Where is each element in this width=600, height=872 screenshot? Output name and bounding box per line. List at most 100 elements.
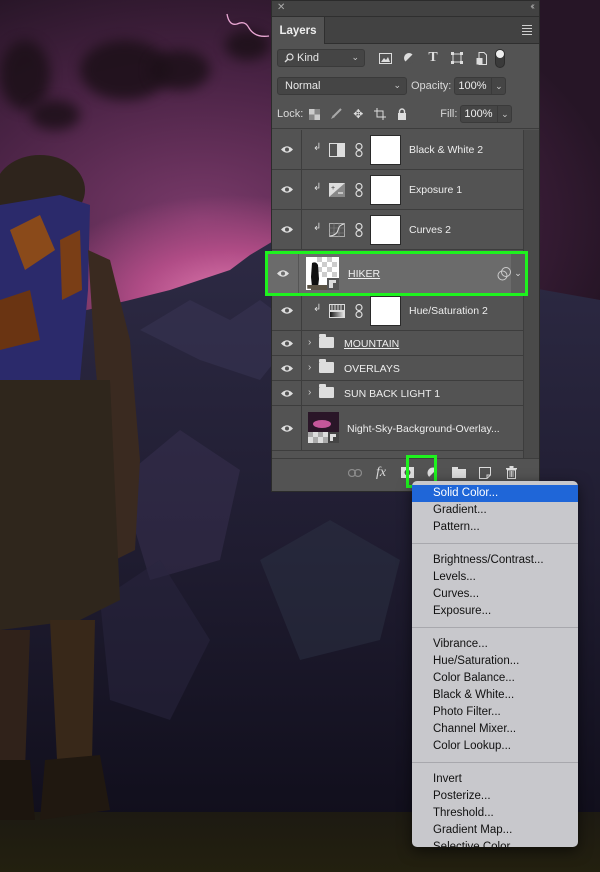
layer-mask-thumbnail[interactable]	[370, 135, 401, 165]
layer-row-hue-saturation[interactable]: ↲ Hue/Saturation 2	[272, 291, 524, 331]
eye-icon	[280, 186, 293, 193]
menu-item-channel-mixer[interactable]: Channel Mixer...	[412, 721, 578, 738]
menu-item-vibrance[interactable]: Vibrance...	[412, 636, 578, 653]
panel-menu-icon[interactable]	[522, 25, 532, 37]
menu-item-pattern[interactable]: Pattern...	[412, 519, 578, 536]
menu-item-exposure[interactable]: Exposure...	[412, 603, 578, 620]
tab-layers[interactable]: Layers	[272, 17, 325, 44]
visibility-toggle[interactable]	[272, 356, 302, 380]
menu-item-invert[interactable]: Invert	[412, 771, 578, 788]
shape-filter-icon[interactable]	[445, 49, 469, 67]
chevron-down-icon: ⌄	[393, 80, 401, 90]
layer-row-curves[interactable]: ↲ Curves 2	[272, 210, 524, 250]
visibility-toggle[interactable]	[272, 291, 302, 330]
menu-item-gradient-map[interactable]: Gradient Map...	[412, 822, 578, 839]
layer-name[interactable]: MOUNTAIN	[344, 338, 399, 350]
layer-row-night-sky[interactable]: Night-Sky-Background-Overlay...	[272, 406, 524, 451]
layer-name[interactable]: Black & White 2	[409, 144, 483, 156]
smart-object-thumbnail	[306, 257, 339, 290]
layer-row-black-white[interactable]: ↲ Black & White 2	[272, 130, 524, 170]
eye-icon	[280, 424, 293, 432]
visibility-toggle[interactable]	[272, 331, 302, 355]
lock-all-icon[interactable]	[391, 105, 413, 123]
opacity-dropdown-button[interactable]: ⌄	[492, 77, 507, 95]
layer-name[interactable]: SUN BACK LIGHT 1	[344, 388, 440, 400]
expand-group-chevron[interactable]: ›	[308, 362, 311, 373]
mask-link-icon[interactable]	[355, 304, 363, 318]
visibility-toggle[interactable]	[272, 381, 302, 405]
visibility-toggle[interactable]	[268, 254, 299, 293]
menu-item-curves[interactable]: Curves...	[412, 586, 578, 603]
opacity-input[interactable]: 100%	[454, 77, 493, 95]
lock-image-pixels-icon[interactable]	[325, 105, 347, 123]
opacity-label: Opacity:	[411, 80, 452, 92]
menu-item-black-white[interactable]: Black & White...	[412, 687, 578, 704]
blend-if-linked-icon	[497, 267, 511, 281]
menu-item-posterize[interactable]: Posterize...	[412, 788, 578, 805]
visibility-toggle[interactable]	[272, 406, 302, 450]
type-filter-icon[interactable]: T	[421, 49, 445, 67]
chevron-down-icon: ⌄	[351, 52, 359, 62]
menu-item-photo-filter[interactable]: Photo Filter...	[412, 704, 578, 721]
close-panel-icon[interactable]: ✕	[277, 2, 285, 13]
layer-row-mountain-group[interactable]: › MOUNTAIN	[272, 331, 524, 356]
menu-item-color-balance[interactable]: Color Balance...	[412, 670, 578, 687]
expand-group-chevron[interactable]: ›	[308, 387, 311, 398]
lock-transparent-pixels-icon[interactable]	[303, 105, 325, 123]
layer-name[interactable]: Night-Sky-Background-Overlay...	[347, 423, 500, 435]
adjustment-layer-menu: Solid Color... Gradient... Pattern... Brigh…	[412, 481, 578, 853]
eye-icon	[280, 364, 293, 372]
adjustment-filter-icon[interactable]	[397, 49, 421, 67]
layer-row-exposure[interactable]: ↲ + Exposure 1	[272, 170, 524, 210]
blend-mode-dropdown[interactable]: Normal ⌄	[277, 77, 407, 95]
lock-position-icon[interactable]: ✥	[347, 105, 369, 123]
fill-input[interactable]: 100%	[460, 105, 499, 123]
blend-mode-value: Normal	[285, 80, 321, 92]
mask-link-icon[interactable]	[355, 223, 363, 237]
filter-toggle[interactable]	[495, 48, 505, 68]
filter-kind-dropdown[interactable]: Kind ⌄	[277, 49, 365, 67]
menu-item-hue-saturation[interactable]: Hue/Saturation...	[412, 653, 578, 670]
layer-name[interactable]: Hue/Saturation 2	[409, 305, 488, 317]
delete-layer-trash-icon[interactable]	[501, 464, 521, 482]
layer-name[interactable]: Curves 2	[409, 224, 451, 236]
menu-item-brightness-contrast[interactable]: Brightness/Contrast...	[412, 552, 578, 569]
collapse-panel-icon[interactable]: ‹‹	[530, 1, 534, 12]
layer-style-fx-icon[interactable]: fx	[371, 464, 391, 482]
lock-artboard-icon[interactable]	[369, 105, 391, 123]
eye-icon	[277, 270, 289, 277]
menu-item-solid-color[interactable]: Solid Color...	[412, 485, 578, 502]
layer-mask-thumbnail[interactable]	[370, 215, 401, 245]
visibility-toggle[interactable]	[272, 210, 302, 249]
menu-item-color-lookup[interactable]: Color Lookup...	[412, 738, 578, 755]
layer-mask-thumbnail[interactable]	[370, 296, 401, 326]
layer-row-hiker-selected[interactable]: HIKER ⌄	[265, 251, 528, 296]
mask-link-icon[interactable]	[355, 143, 363, 157]
link-layers-icon[interactable]	[345, 464, 365, 482]
eye-icon	[280, 339, 293, 347]
new-group-folder-icon[interactable]	[449, 464, 469, 482]
expand-group-chevron[interactable]: ›	[308, 337, 311, 348]
eye-icon	[280, 389, 293, 397]
image-filter-icon[interactable]	[373, 49, 397, 67]
clipping-mask-icon: ↲	[313, 303, 322, 314]
menu-item-gradient[interactable]: Gradient...	[412, 502, 578, 519]
menu-item-threshold[interactable]: Threshold...	[412, 805, 578, 822]
layer-row-overlays-group[interactable]: › OVERLAYS	[272, 356, 524, 381]
new-layer-icon[interactable]	[475, 464, 495, 482]
smart-object-filter-icon[interactable]	[469, 49, 493, 67]
mask-link-icon[interactable]	[355, 183, 363, 197]
filter-kind-label: Kind	[297, 52, 320, 64]
layer-name[interactable]: HIKER	[348, 268, 380, 280]
menu-item-selective-color[interactable]: Selective Color...	[412, 839, 578, 856]
menu-item-levels[interactable]: Levels...	[412, 569, 578, 586]
visibility-toggle[interactable]	[272, 130, 302, 169]
layer-expand-chevron[interactable]: ⌄	[511, 254, 525, 293]
fill-dropdown-button[interactable]: ⌄	[498, 105, 513, 123]
visibility-toggle[interactable]	[272, 170, 302, 209]
layer-mask-thumbnail[interactable]	[370, 175, 401, 205]
layer-name[interactable]: Exposure 1	[409, 184, 462, 196]
layer-row-sun-back-light-group[interactable]: › SUN BACK LIGHT 1	[272, 381, 524, 406]
search-icon	[284, 53, 294, 63]
layer-name[interactable]: OVERLAYS	[344, 363, 400, 375]
